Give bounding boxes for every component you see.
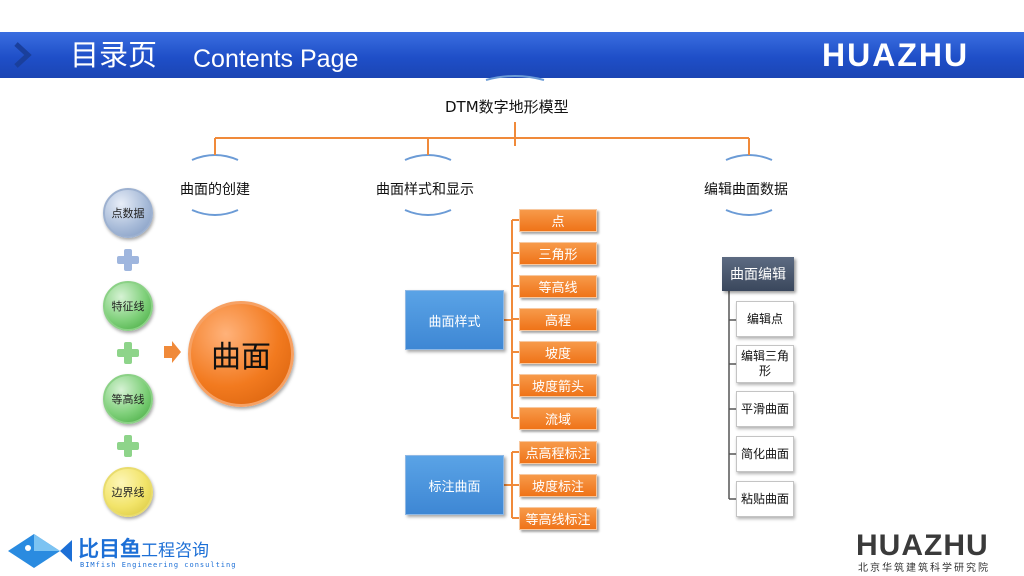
surface-style-box: 曲面样式: [405, 290, 504, 350]
label-item: 坡度标注: [519, 474, 597, 497]
style-item: 高程: [519, 308, 597, 331]
bimfish-logo-en: BIMfish Engineering consulting: [80, 561, 237, 569]
bimfish-logo-sub: 工程咨询: [141, 541, 209, 561]
root-node: DTM数字地形模型: [445, 98, 569, 116]
label-surface-box: 标注曲面: [405, 455, 504, 515]
bimfish-logo-main: 比目鱼: [78, 537, 141, 561]
input-boundary: 边界线: [103, 467, 153, 517]
bimfish-logo-icon: [8, 534, 72, 568]
branch-edit-surface: 编辑曲面数据: [704, 182, 788, 198]
input-point-data: 点数据: [103, 188, 153, 238]
surface-edit-box: 曲面编辑: [722, 257, 794, 291]
branch-surface-style: 曲面样式和显示: [376, 182, 474, 198]
plus-icon: [117, 435, 139, 457]
connector-lines: [164, 75, 773, 519]
style-item: 等高线: [519, 275, 597, 298]
style-item: 点: [519, 209, 597, 232]
label-item: 点高程标注: [519, 441, 597, 464]
label-item: 等高线标注: [519, 507, 597, 530]
edit-item: 粘贴曲面: [736, 481, 794, 517]
surface-result: 曲面: [188, 301, 294, 407]
huazhu-footer-subtitle: 北京华筑建筑科学研究院: [858, 563, 990, 574]
branch-surface-creation: 曲面的创建: [180, 182, 250, 198]
edit-item: 编辑点: [736, 301, 794, 337]
style-item: 流域: [519, 407, 597, 430]
edit-item: 简化曲面: [736, 436, 794, 472]
plus-icon: [117, 342, 139, 364]
edit-item: 编辑三角形: [736, 345, 794, 383]
style-item: 坡度箭头: [519, 374, 597, 397]
style-item: 坡度: [519, 341, 597, 364]
huazhu-footer-logo: HUAZHU: [856, 529, 989, 562]
edit-item: 平滑曲面: [736, 391, 794, 427]
input-contour: 等高线: [103, 374, 153, 424]
input-feature-line: 特征线: [103, 281, 153, 331]
style-item: 三角形: [519, 242, 597, 265]
plus-icon: [117, 249, 139, 271]
bimfish-logo: 比目鱼工程咨询: [78, 537, 209, 563]
